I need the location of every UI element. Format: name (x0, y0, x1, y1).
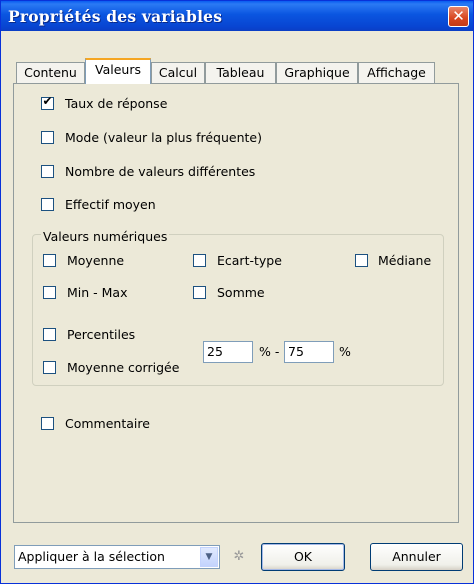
taux-reponse-label: Taux de réponse (65, 96, 168, 111)
tab-affichage[interactable]: Affichage (358, 62, 435, 83)
tab-calcul[interactable]: Calcul (151, 62, 205, 83)
commentaire-checkbox[interactable] (41, 417, 54, 430)
checkmark-icon: ✔ (42, 94, 53, 108)
mediane-checkbox[interactable] (355, 254, 368, 267)
somme-checkbox[interactable] (193, 286, 206, 299)
dialog-window: Propriétés des variables ✕ Contenu Valeu… (0, 0, 474, 584)
somme-label: Somme (217, 285, 265, 300)
taux-reponse-checkbox[interactable]: ✔ (41, 94, 54, 110)
percentile-low-input[interactable]: 25 (203, 341, 253, 363)
commentaire-label: Commentaire (65, 416, 150, 431)
min-max-label: Min - Max (67, 285, 128, 300)
ok-button[interactable]: OK (261, 543, 345, 571)
moyenne-label: Moyenne (67, 253, 125, 268)
tab-label: Calcul (158, 65, 198, 80)
tab-label: Graphique (284, 65, 350, 80)
percentile-high-input[interactable]: 75 (284, 341, 334, 363)
close-button[interactable]: ✕ (448, 6, 469, 27)
effectif-moyen-checkbox[interactable] (41, 198, 54, 211)
tab-label: Tableau (216, 65, 265, 80)
group-label: Valeurs numériques (41, 229, 170, 244)
nombre-valeurs-checkbox[interactable] (41, 165, 54, 178)
moyenne-checkbox[interactable] (43, 254, 56, 267)
mode-checkbox[interactable] (41, 131, 54, 144)
refresh-icon[interactable]: ✲ (231, 549, 247, 565)
ecart-type-label: Ecart-type (217, 253, 282, 268)
min-max-checkbox[interactable] (43, 286, 56, 299)
close-icon: ✕ (452, 7, 465, 25)
mediane-label: Médiane (378, 253, 432, 268)
tab-label: Affichage (367, 65, 426, 80)
percentiles-label: Percentiles (67, 327, 136, 342)
apply-scope-value: Appliquer à la sélection (18, 549, 165, 564)
window-title: Propriétés des variables (8, 7, 223, 26)
moyenne-corrigee-checkbox[interactable] (43, 361, 56, 374)
tab-tableau[interactable]: Tableau (205, 62, 276, 83)
percent-suffix: % (339, 344, 351, 359)
cancel-button[interactable]: Annuler (370, 543, 463, 571)
effectif-moyen-label: Effectif moyen (65, 197, 156, 212)
tab-label: Valeurs (95, 62, 141, 77)
tab-valeurs[interactable]: Valeurs (85, 58, 151, 84)
nombre-valeurs-label: Nombre de valeurs différentes (65, 164, 256, 179)
tab-label: Contenu (24, 65, 77, 80)
chevron-down-icon[interactable]: ▼ (200, 547, 218, 567)
title-bar[interactable]: Propriétés des variables ✕ (1, 1, 473, 31)
percentiles-checkbox[interactable] (43, 328, 56, 341)
mode-label: Mode (valeur la plus fréquente) (65, 130, 262, 145)
tab-graphique[interactable]: Graphique (276, 62, 358, 83)
apply-scope-select[interactable]: Appliquer à la sélection ▼ (14, 545, 220, 569)
percentile-separator: % - (259, 344, 280, 359)
moyenne-corrigee-label: Moyenne corrigée (67, 360, 180, 375)
ecart-type-checkbox[interactable] (193, 254, 206, 267)
tab-contenu[interactable]: Contenu (16, 62, 85, 83)
